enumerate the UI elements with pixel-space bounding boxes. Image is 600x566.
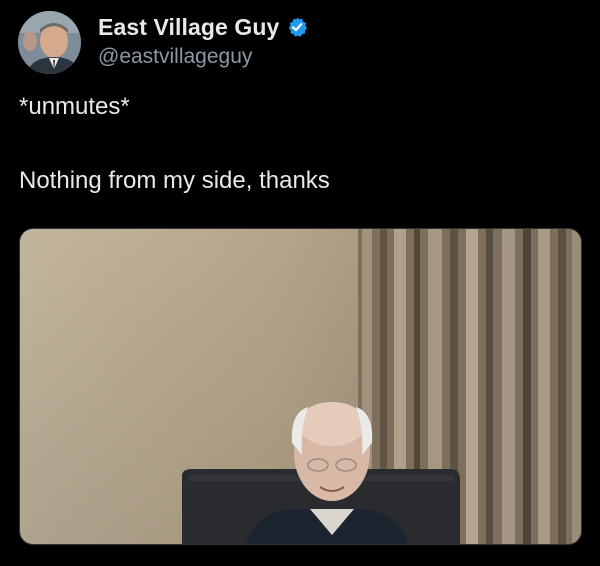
verified-badge-icon [286,16,308,38]
tweet-text-line-2: Nothing from my side, thanks [19,167,330,194]
author-display-name[interactable]: East Village Guy [98,13,279,41]
tweet-text-line-1: *unmutes* [19,93,130,120]
profile-photo-icon [18,11,81,74]
author-avatar[interactable] [18,11,81,74]
author-handle[interactable]: @eastvillageguy [98,44,252,70]
video-call-photo [20,229,581,544]
tweet: East Village Guy @eastvillageguy *unmute… [0,0,600,566]
tweet-media-photo[interactable] [19,228,582,545]
author-name-row: East Village Guy [98,13,308,41]
